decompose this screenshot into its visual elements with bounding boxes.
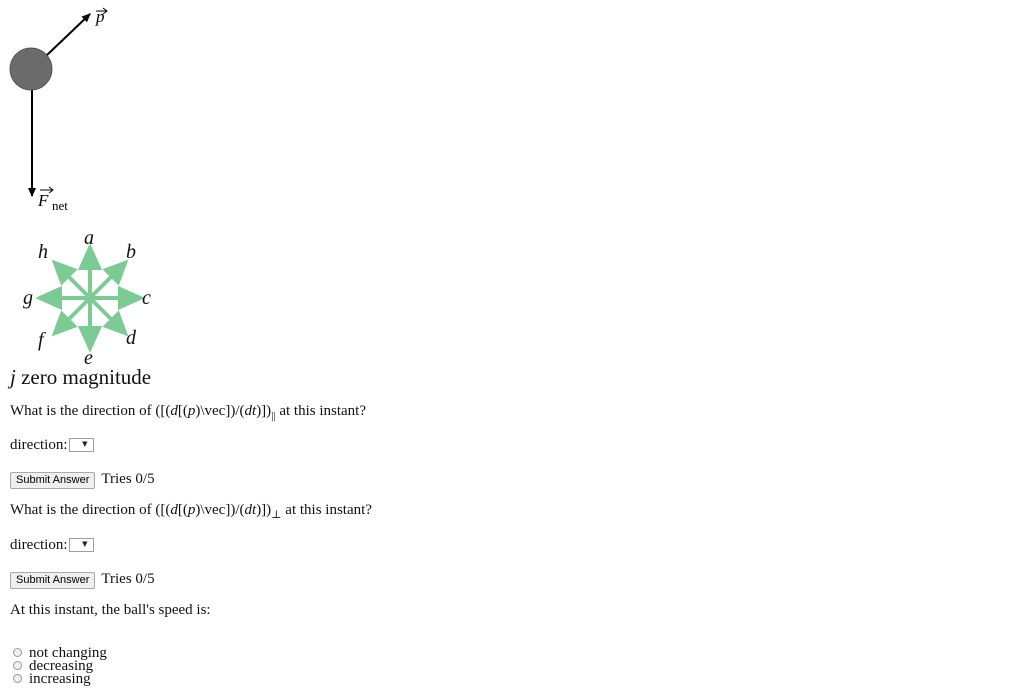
radio-not-changing[interactable] — [13, 648, 22, 658]
compass-label-g: g — [23, 287, 33, 309]
net-force-label: F net — [37, 186, 68, 213]
compass-label-d: d — [126, 327, 137, 349]
speed-option-increasing[interactable]: increasing — [13, 672, 107, 687]
submit-row-2: Submit Answer Tries 0/5 — [10, 570, 155, 589]
tries-counter-2: Tries 0/5 — [101, 571, 155, 587]
direction-select-2[interactable]: ▼ — [69, 537, 95, 552]
speed-options: not changing decreasing increasing — [13, 646, 107, 687]
submit-answer-button-2[interactable]: Submit Answer — [10, 572, 96, 589]
svg-text:F: F — [37, 191, 49, 210]
ball-diagram: p F net — [9, 7, 108, 213]
radio-increasing[interactable] — [13, 674, 22, 684]
question-perpendicular: What is the direction of ([(d[(p)\vec])/… — [10, 502, 372, 521]
submit-row-1: Submit Answer Tries 0/5 — [10, 470, 155, 489]
ball — [9, 47, 53, 91]
speed-question: At this instant, the ball's speed is: — [10, 602, 211, 618]
momentum-vector — [46, 13, 91, 56]
momentum-label: p — [95, 7, 108, 26]
svg-text:net: net — [52, 198, 68, 213]
compass-label-b: b — [126, 241, 136, 263]
svg-text:p: p — [95, 7, 105, 26]
compass-label-f: f — [38, 329, 46, 351]
direction-label: direction: — [10, 437, 68, 453]
dropdown-arrow-icon: ▼ — [82, 439, 88, 448]
tries-counter-1: Tries 0/5 — [101, 471, 155, 487]
zero-letter: j — [10, 365, 16, 389]
direction-label: direction: — [10, 537, 68, 553]
compass-label-h: h — [38, 241, 48, 263]
zero-magnitude-option: j zero magnitude — [10, 365, 151, 390]
direction-row-1: direction: ▼ — [10, 437, 95, 454]
zero-text: zero magnitude — [21, 365, 152, 389]
direction-row-2: direction: ▼ — [10, 537, 95, 554]
direction-select-1[interactable]: ▼ — [69, 437, 95, 452]
direction-compass: a b c d e f g h — [23, 227, 151, 369]
dropdown-arrow-icon: ▼ — [82, 539, 88, 548]
compass-label-a: a — [84, 227, 94, 249]
submit-answer-button-1[interactable]: Submit Answer — [10, 472, 96, 489]
compass-label-c: c — [142, 287, 151, 309]
radio-decreasing[interactable] — [13, 661, 22, 671]
question-parallel: What is the direction of ([(d[(p)\vec])/… — [10, 403, 366, 422]
